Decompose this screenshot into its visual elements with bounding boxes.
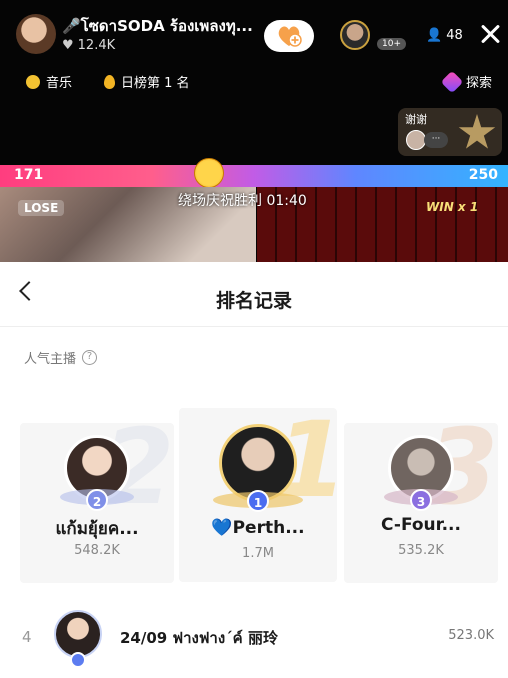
celebrate-timer: 绕场庆祝胜利 01:40 <box>178 193 307 209</box>
divider <box>0 326 508 327</box>
ranking-sheet: 排名记录 人气主播 ? 2 2 แก้มยุ้ยค... 548.2K 1 1 … <box>0 262 508 678</box>
host-likes-count: 12.4K <box>77 38 116 53</box>
thanks-label: 谢谢 <box>405 113 427 126</box>
heart-plus-icon <box>278 26 302 47</box>
rank-badge: 1 <box>247 490 269 512</box>
podium-card-1[interactable]: 1 1 💙Perth... 1.7M <box>179 408 337 582</box>
pk-progress-bar <box>0 165 508 187</box>
section-label-text: 人气主播 <box>24 352 77 367</box>
list-name: 24/09 ฟางฟาง´ค์ 丽玲 <box>120 629 278 647</box>
rank-shield-icon <box>70 652 86 668</box>
thanks-more: ··· <box>424 132 448 148</box>
explore-chip[interactable]: 探索 <box>440 70 493 93</box>
thanks-widget[interactable]: 谢谢 ··· <box>398 108 502 156</box>
pk-left-score: 171 <box>14 167 44 183</box>
thanks-avatar <box>406 130 426 150</box>
viewer-badge: 10+ <box>377 38 406 50</box>
host-likes: ♥ 12.4K <box>62 38 115 53</box>
list-score: 523.0K <box>448 628 494 643</box>
podium-card-2[interactable]: 2 2 แก้มยุ้ยค... 548.2K <box>20 423 174 583</box>
list-item[interactable]: 4 24/09 ฟางฟาง´ค์ 丽玲 523.0K <box>0 602 508 668</box>
podium-score: 535.2K <box>398 543 444 558</box>
podium-name: แก้มยุ้ยค... <box>55 519 139 539</box>
podium-score: 548.2K <box>74 543 120 558</box>
top-viewer-avatar[interactable] <box>340 20 370 50</box>
live-stream-background: 🎤โซดาSODA ร้องเพลงทุ... ♥ 12.4K 10+ 👤 48… <box>0 0 508 262</box>
podium-score: 1.7M <box>242 546 274 561</box>
podium-card-3[interactable]: 3 3 C-Four... 535.2K <box>344 423 498 583</box>
smirk-emoji-icon <box>194 158 224 188</box>
section-label: 人气主播 ? <box>24 348 98 367</box>
help-icon[interactable]: ? <box>82 350 98 365</box>
host-name[interactable]: 🎤โซดาSODA ร้องเพลงทุ... <box>62 14 253 38</box>
music-icon <box>26 74 40 89</box>
rank-badge: 2 <box>86 489 108 511</box>
flame-icon <box>104 74 115 89</box>
viewer-count-value: 48 <box>446 28 463 43</box>
person-icon: 👤 <box>426 28 443 43</box>
pk-right-score: 250 <box>468 167 498 183</box>
daily-rank-chip[interactable]: 日榜第 1 名 <box>104 72 190 91</box>
host-avatar[interactable] <box>16 14 56 54</box>
win-tag: WIN x 1 <box>426 200 479 214</box>
explore-icon <box>440 70 464 93</box>
star-icon <box>458 114 496 149</box>
music-chip-label: 音乐 <box>46 76 73 91</box>
close-icon[interactable] <box>478 22 502 46</box>
follow-button[interactable] <box>264 20 314 52</box>
daily-rank-label: 日榜第 1 名 <box>121 76 190 91</box>
rank-badge: 3 <box>410 489 432 511</box>
heart-icon: ♥ <box>62 38 74 53</box>
music-chip[interactable]: 音乐 <box>26 72 72 91</box>
lose-tag: LOSE <box>18 200 65 216</box>
viewer-count[interactable]: 👤 48 <box>426 28 463 43</box>
list-rank: 4 <box>22 628 32 646</box>
explore-label: 探索 <box>466 76 493 91</box>
sheet-title: 排名记录 <box>215 290 292 312</box>
podium-name: 💙Perth... <box>211 518 305 538</box>
list-avatar <box>54 610 102 658</box>
podium-name: C-Four... <box>381 515 461 535</box>
